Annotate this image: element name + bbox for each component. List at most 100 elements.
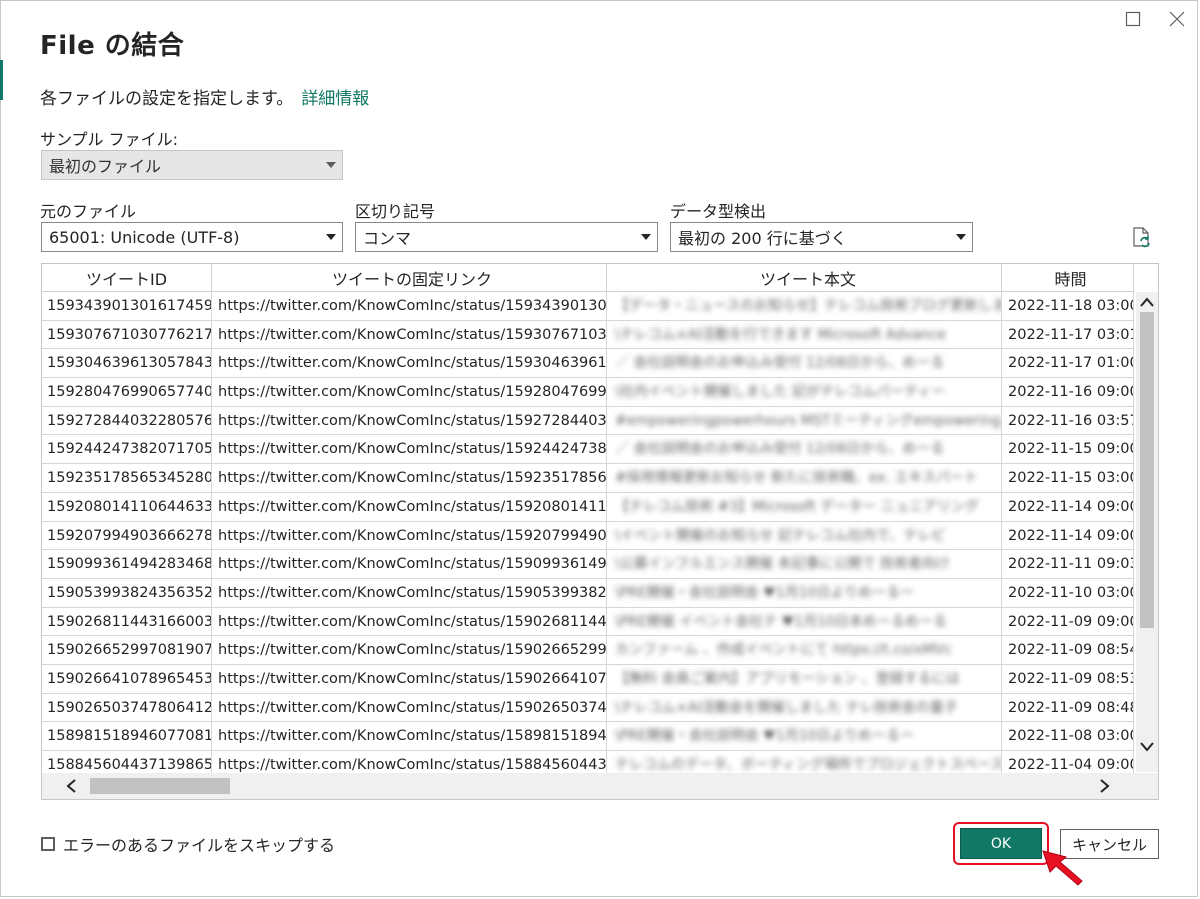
cell-tweet-link: https://twitter.com/KnowComInc/status/15…: [212, 578, 607, 608]
cell-tweet-text: #empoweringpowerhours MSTミーティングempowerin…: [607, 406, 1002, 436]
cell-tweet-text: 【データ・ニュースのお知らせ】テレコム技術ブログ更新しました: [607, 292, 1002, 321]
skip-errors-option[interactable]: エラーのあるファイルをスキップする: [41, 832, 335, 856]
cell-tweet-link: https://twitter.com/KnowComInc/status/15…: [212, 693, 607, 723]
table-row: 1592804769906577409 https://twitter.com/K…: [42, 378, 1134, 407]
dialog-title: File の結合: [40, 31, 185, 61]
skip-errors-checkbox[interactable]: [41, 837, 55, 851]
learn-more-link[interactable]: 詳細情報: [301, 89, 369, 109]
cell-tweet-text: カンファーム 、作成イベントにて https://t.co/xMVc: [607, 636, 1002, 665]
cell-tweet-id: 1593046396130578432: [42, 349, 212, 379]
scroll-right-icon[interactable]: [1094, 773, 1116, 799]
cell-tweet-link: https://twitter.com/KnowComInc/status/15…: [212, 349, 607, 379]
dialog-subtitle: 各ファイルの設定を指定します。 詳細情報: [40, 84, 369, 109]
combine-files-dialog: File の結合 各ファイルの設定を指定します。 詳細情報 サンプル ファイル: …: [0, 0, 1200, 899]
cell-tweet-time: 2022-11-09 08:54 +: [1002, 636, 1134, 665]
cell-tweet-text: \社内イベント開催しました 記がテレコムパーティー: [607, 378, 1002, 407]
tweet-text-blurred: \PRE開催 イベント会社テ ♥1月10日本めーるめーる: [615, 613, 947, 630]
maximize-icon: [1125, 11, 1141, 27]
cell-tweet-id: 1590268114431660033: [42, 607, 212, 637]
tweet-text-blurred: \テレコム×AI活動を行できます Microsoft Advance: [615, 326, 947, 343]
cell-tweet-text: 【無料 会員ご案内】アプリモーション 、登録するには: [607, 664, 1002, 694]
table-header: ツイートID ツイートの固定リンク ツイート本文 時間: [42, 264, 1134, 292]
cell-tweet-time: 2022-11-16 09:00 +: [1002, 378, 1134, 407]
origin-select[interactable]: 65001: Unicode (UTF-8): [41, 222, 343, 252]
table-row: 1592351785653452800 https://twitter.com/K…: [42, 464, 1134, 493]
cell-tweet-time: 2022-11-09 09:00 +: [1002, 607, 1134, 637]
ok-button[interactable]: OK: [960, 828, 1042, 859]
vertical-scroll-thumb[interactable]: [1140, 312, 1154, 628]
table-row: 1592442473820717056 https://twitter.com/K…: [42, 435, 1134, 465]
cell-tweet-id: 1590993614942834688: [42, 550, 212, 579]
chevron-down-icon: [320, 162, 342, 168]
tweet-text-blurred: ／ 会社説明会のお申込み受付 12/08日から、めーる: [615, 441, 945, 458]
tweet-text-blurred: \公募インフルエンス開催 本記事に公開で 技術者向け: [615, 556, 950, 573]
table-row: 1590266410789654530 https://twitter.com/K…: [42, 664, 1134, 694]
cell-tweet-time: 2022-11-10 03:00 +: [1002, 578, 1134, 608]
column-header-time[interactable]: 時間: [1002, 264, 1134, 292]
cell-tweet-id: 1593439013016174592: [42, 292, 212, 321]
close-button[interactable]: [1162, 6, 1192, 32]
refresh-preview-button[interactable]: [1130, 226, 1154, 250]
cell-tweet-time: 2022-11-18 03:00 +: [1002, 292, 1134, 321]
type-detection-select[interactable]: 最初の 200 行に基づく: [670, 222, 973, 252]
cell-tweet-link: https://twitter.com/KnowComInc/status/15…: [212, 664, 607, 694]
cell-tweet-link: https://twitter.com/KnowComInc/status/15…: [212, 464, 607, 493]
cell-tweet-text: ／ 会社説明会のお申込み受付 12/08日から、めーる: [607, 435, 1002, 465]
scroll-left-icon[interactable]: [60, 773, 82, 799]
cell-tweet-link: https://twitter.com/KnowComInc/status/15…: [212, 406, 607, 436]
cell-tweet-link: https://twitter.com/KnowComInc/status/15…: [212, 435, 607, 465]
cell-tweet-text: \イベント開催のお知らせ 記テレコム社内で、テレビ: [607, 521, 1002, 551]
tweet-text-blurred: \社内イベント開催しました 記がテレコムパーティー: [615, 384, 946, 401]
cell-tweet-id: 1590265037478064128: [42, 693, 212, 723]
table-row: 1592079949036662784 https://twitter.com/K…: [42, 521, 1134, 551]
cell-tweet-id: 1592351785653452800: [42, 464, 212, 493]
column-header-id[interactable]: ツイートID: [42, 264, 212, 292]
cell-tweet-text: #採用情報更新お知らせ 新たに技術職、ex. エキスパート: [607, 464, 1002, 493]
preview-table: ツイートID ツイートの固定リンク ツイート本文 時間 159343901301…: [41, 263, 1159, 800]
delimiter-label: 区切り記号: [355, 202, 436, 221]
delimiter-select[interactable]: コンマ: [355, 222, 658, 252]
origin-label: 元のファイル: [40, 202, 137, 221]
cell-tweet-time: 2022-11-14 09:00 +: [1002, 521, 1134, 551]
column-header-link[interactable]: ツイートの固定リンク: [212, 264, 607, 292]
cell-tweet-text: \PRE開催 イベント会社テ ♥1月10日本めーるめーる: [607, 607, 1002, 637]
cell-tweet-id: 1590266529970819074: [42, 636, 212, 665]
cell-tweet-id: 1592080141106446336: [42, 492, 212, 522]
cell-tweet-time: 2022-11-17 03:01 +: [1002, 320, 1134, 350]
table-row: 1593046396130578432 https://twitter.com/K…: [42, 349, 1134, 379]
cell-tweet-link: https://twitter.com/KnowComInc/status/15…: [212, 320, 607, 350]
tweet-text-blurred: 【テレコム技術 #3】Microsoft データー ニュニアリング: [615, 498, 979, 515]
cell-tweet-link: https://twitter.com/KnowComInc/status/15…: [212, 636, 607, 665]
table-row: 1590266529970819074 https://twitter.com/K…: [42, 636, 1134, 665]
horizontal-scroll-thumb[interactable]: [90, 778, 230, 794]
cell-tweet-text: \PRE開催・会社説明会 ♥1月10日よりめーるー: [607, 722, 1002, 751]
tweet-text-blurred: ／ 会社説明会のお申込み受付 12/08日から、めーる: [615, 355, 945, 372]
scroll-up-icon[interactable]: [1136, 292, 1158, 312]
table-body: 1593439013016174592 https://twitter.com/K…: [42, 292, 1134, 780]
type-detection-value: 最初の 200 行に基づく: [678, 229, 847, 248]
sample-file-label: サンプル ファイル:: [40, 130, 178, 149]
cell-tweet-time: 2022-11-14 09:00 +: [1002, 492, 1134, 522]
tweet-text-blurred: \テレコム×AI活動会を開催しました テレ技術会の量子: [615, 699, 958, 716]
cell-tweet-id: 1592442473820717056: [42, 435, 212, 465]
tweet-text-blurred: \PRE開催・会社説明会 ♥1月10日よりめーるー: [615, 584, 915, 601]
cell-tweet-id: 1589815189460770816: [42, 722, 212, 751]
cell-tweet-link: https://twitter.com/KnowComInc/status/15…: [212, 607, 607, 637]
background-accent: [0, 60, 3, 100]
cell-tweet-id: 1592804769906577409: [42, 378, 212, 407]
column-header-text[interactable]: ツイート本文: [607, 264, 1002, 292]
cell-tweet-id: 1592728440322805760: [42, 406, 212, 436]
subtitle-text: 各ファイルの設定を指定します。: [40, 89, 294, 109]
cell-tweet-text: \テレコム×AI活動会を開催しました テレ技術会の量子: [607, 693, 1002, 723]
scroll-down-icon[interactable]: [1136, 737, 1158, 757]
maximize-button[interactable]: [1118, 6, 1148, 32]
horizontal-scrollbar[interactable]: [42, 773, 1158, 799]
cell-tweet-time: 2022-11-17 01:00 +: [1002, 349, 1134, 379]
table-row: 1593076710307762176 https://twitter.com/K…: [42, 320, 1134, 350]
cell-tweet-link: https://twitter.com/KnowComInc/status/15…: [212, 521, 607, 551]
delimiter-value: コンマ: [363, 229, 412, 248]
skip-errors-label: エラーのあるファイルをスキップする: [63, 836, 336, 855]
sample-file-select[interactable]: 最初のファイル: [41, 150, 343, 180]
cell-tweet-text: 【テレコム技術 #3】Microsoft データー ニュニアリング: [607, 492, 1002, 522]
vertical-scrollbar[interactable]: [1136, 292, 1158, 772]
